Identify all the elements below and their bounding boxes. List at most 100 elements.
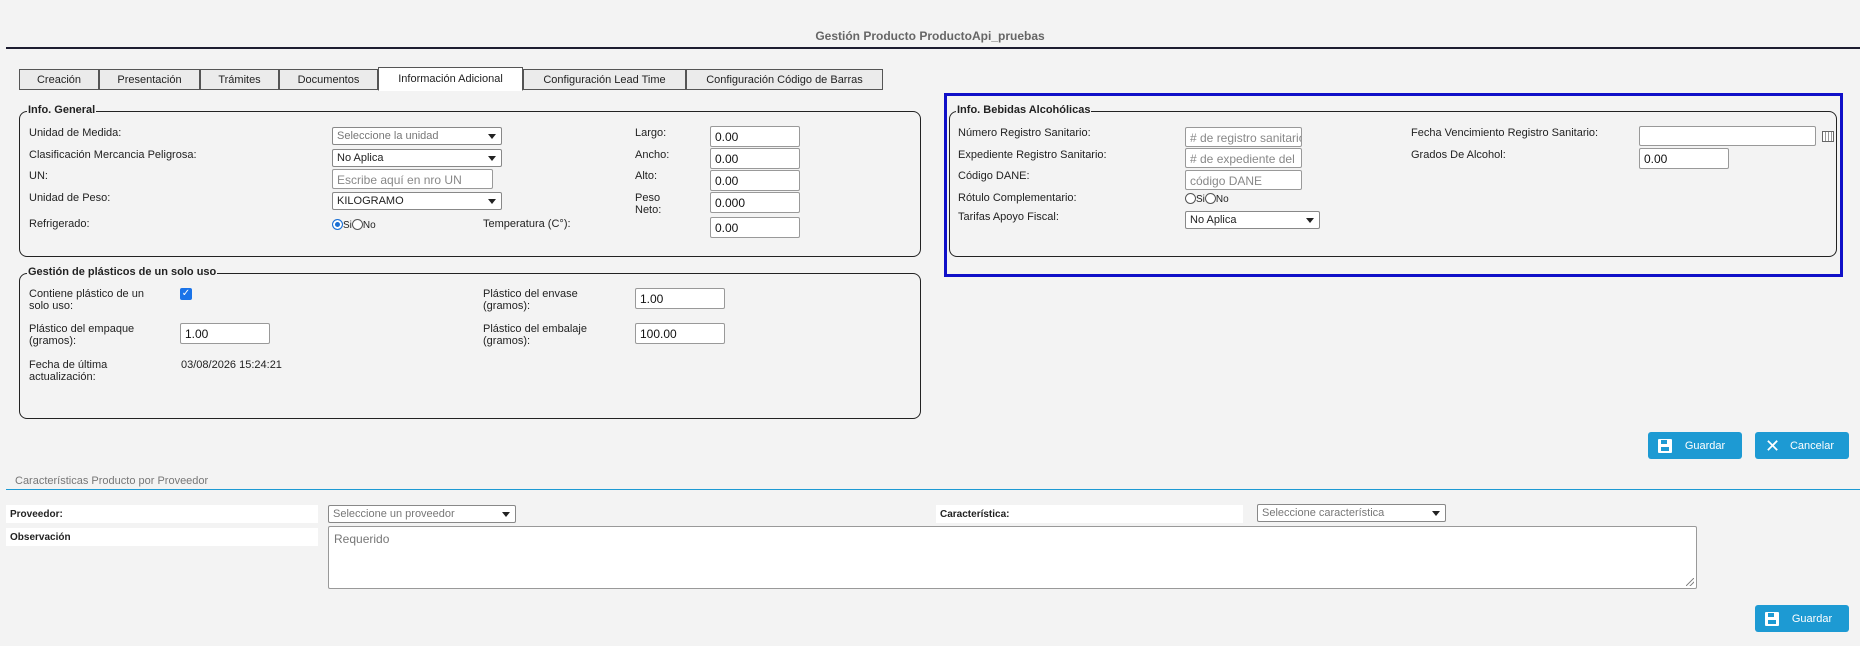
embalaje-label-line1: Plástico del embalaje (483, 323, 587, 335)
rotulo-label: Rótulo Complementario: (958, 192, 1077, 204)
chevron-down-icon (488, 156, 496, 161)
clasificacion-label: Clasificación Mercancia Peligrosa: (29, 149, 197, 161)
clasificacion-select[interactable]: No Aplica (332, 149, 502, 167)
fecha-actualizacion-label: Fecha de última actualización: (29, 359, 107, 383)
radio-si-label: Si (343, 220, 352, 231)
peso-neto-label-line2: Neto: (635, 204, 662, 216)
peso-neto-input[interactable]: 0.000 (710, 192, 800, 213)
caracteristica-select[interactable]: Seleccione característica (1257, 504, 1446, 522)
guardar-caracteristica-label: Guardar (1791, 612, 1833, 625)
tab-documentos[interactable]: Documentos (279, 69, 378, 90)
largo-label: Largo: (635, 127, 667, 139)
save-icon (1658, 438, 1672, 453)
section-divider (6, 489, 1860, 490)
radio-si-label: Si (1196, 194, 1205, 205)
observacion-label: Observación (6, 528, 318, 546)
guardar-button[interactable]: Guardar (1648, 432, 1742, 459)
proveedor-section-title: Características Producto por Proveedor (15, 475, 209, 487)
codigo-dane-label: Código DANE: (958, 170, 1030, 182)
chevron-down-icon (1306, 218, 1314, 223)
ancho-input[interactable]: 0.00 (710, 148, 800, 169)
rotulo-no-radio[interactable] (1204, 193, 1216, 204)
info-general-legend: Info. General (27, 104, 97, 116)
unidad-peso-label: Unidad de Peso: (29, 192, 111, 204)
unidad-peso-select[interactable]: KILOGRAMO (332, 192, 502, 210)
unidad-medida-label: Unidad de Medida: (29, 127, 122, 139)
plastico-empaque-label: Plástico del empaque (gramos): (29, 323, 134, 347)
plastico-envase-label: Plástico del envase (gramos): (483, 288, 578, 312)
unidad-medida-select[interactable]: Seleccione la unidad (332, 127, 502, 145)
un-input[interactable]: Escribe aquí en nro UN (332, 169, 493, 189)
close-icon: ✕ (1765, 435, 1781, 456)
rotulo-si-radio[interactable] (1185, 193, 1196, 204)
empaque-label-line2: (gramos): (29, 335, 77, 347)
cancelar-button-label: Cancelar (1789, 439, 1835, 452)
empaque-label-line1: Plástico del empaque (29, 323, 135, 335)
plastico-embalaje-label: Plástico del embalaje (gramos): (483, 323, 587, 347)
grados-alcohol-input[interactable]: 0.00 (1639, 148, 1729, 169)
refrigerado-no-radio[interactable] (351, 219, 363, 230)
grados-alcohol-label: Grados De Alcohol: (1411, 149, 1506, 161)
codigo-dane-input[interactable]: código DANE (1185, 170, 1302, 190)
cancelar-button[interactable]: ✕ Cancelar (1755, 432, 1849, 459)
tab-configuracion-codigo-barras[interactable]: Configuración Código de Barras (686, 69, 883, 90)
refrigerado-radio-group: Si No (332, 219, 376, 231)
tab-presentacion[interactable]: Presentación (99, 69, 200, 90)
registro-sanitario-input[interactable]: # de registro sanitario (1185, 127, 1302, 147)
rotulo-radio-group: Si No (1185, 193, 1229, 205)
tarifas-label: Tarifas Apoyo Fiscal: (958, 211, 1059, 223)
calendar-icon[interactable] (1822, 131, 1834, 142)
tab-tramites[interactable]: Trámites (200, 69, 279, 90)
refrigerado-si-radio[interactable] (332, 219, 343, 230)
chevron-down-icon (502, 512, 510, 517)
resize-handle[interactable] (1686, 578, 1694, 586)
temperatura-input[interactable]: 0.00 (710, 217, 800, 238)
envase-label-line1: Plástico del envase (483, 288, 578, 300)
chevron-down-icon (1432, 511, 1440, 516)
alto-label: Alto: (635, 170, 658, 182)
fecha-label-line1: Fecha de última (29, 359, 108, 371)
bebidas-legend: Info. Bebidas Alcohólicas (956, 104, 1092, 116)
page-title: Gestión Producto ProductoApi_pruebas (815, 29, 1045, 43)
tab-creacion[interactable]: Creación (19, 69, 99, 90)
contiene-label-line1: Contiene plástico de un (29, 288, 144, 300)
embalaje-label-line2: (gramos): (483, 335, 531, 347)
guardar-button-label: Guardar (1684, 439, 1726, 452)
refrigerado-label: Refrigerado: (29, 218, 90, 230)
contiene-plastico-label: Contiene plástico de un solo uso: (29, 288, 144, 312)
observacion-placeholder: Requerido (334, 532, 390, 546)
ancho-label: Ancho: (635, 149, 670, 161)
temperatura-label: Temperatura (C°): (483, 218, 571, 230)
tarifas-select[interactable]: No Aplica (1185, 211, 1320, 229)
title-divider (6, 47, 1860, 49)
plastico-envase-input[interactable]: 1.00 (635, 288, 725, 309)
fecha-label-line2: actualización: (29, 371, 96, 383)
radio-no-label: No (362, 220, 376, 231)
chevron-down-icon (488, 199, 496, 204)
observacion-textarea[interactable]: Requerido (328, 526, 1697, 589)
contiene-plastico-checkbox[interactable]: ✓ (180, 288, 192, 300)
caracteristica-label: Característica: (936, 505, 1243, 523)
alto-input[interactable]: 0.00 (710, 170, 800, 191)
proveedor-label: Proveedor: (6, 505, 318, 523)
plastico-embalaje-input[interactable]: 100.00 (635, 323, 725, 344)
guardar-caracteristica-button[interactable]: Guardar (1755, 605, 1849, 632)
radio-no-label: No (1215, 194, 1229, 205)
save-icon (1765, 611, 1779, 626)
contiene-label-line2: solo uso: (29, 300, 74, 312)
expediente-input[interactable]: # de expediente del (1185, 148, 1302, 168)
registro-sanitario-label: Número Registro Sanitario: (958, 127, 1091, 139)
peso-neto-label-line1: Peso (635, 192, 661, 204)
expediente-label: Expediente Registro Sanitario: (958, 149, 1107, 161)
largo-input[interactable]: 0.00 (710, 126, 800, 147)
envase-label-line2: (gramos): (483, 300, 531, 312)
un-label: UN: (29, 170, 48, 182)
plasticos-legend: Gestión de plásticos de un solo uso (27, 266, 218, 278)
tab-informacion-adicional[interactable]: Información Adicional (378, 67, 523, 91)
plastico-empaque-input[interactable]: 1.00 (180, 323, 270, 344)
proveedor-select[interactable]: Seleccione un proveedor (328, 505, 516, 523)
tab-configuracion-lead-time[interactable]: Configuración Lead Time (523, 69, 686, 90)
vencimiento-input[interactable] (1639, 126, 1816, 146)
plasticos-fieldset (19, 273, 921, 419)
fecha-actualizacion-value: 03/08/2026 15:24:21 (181, 359, 282, 371)
